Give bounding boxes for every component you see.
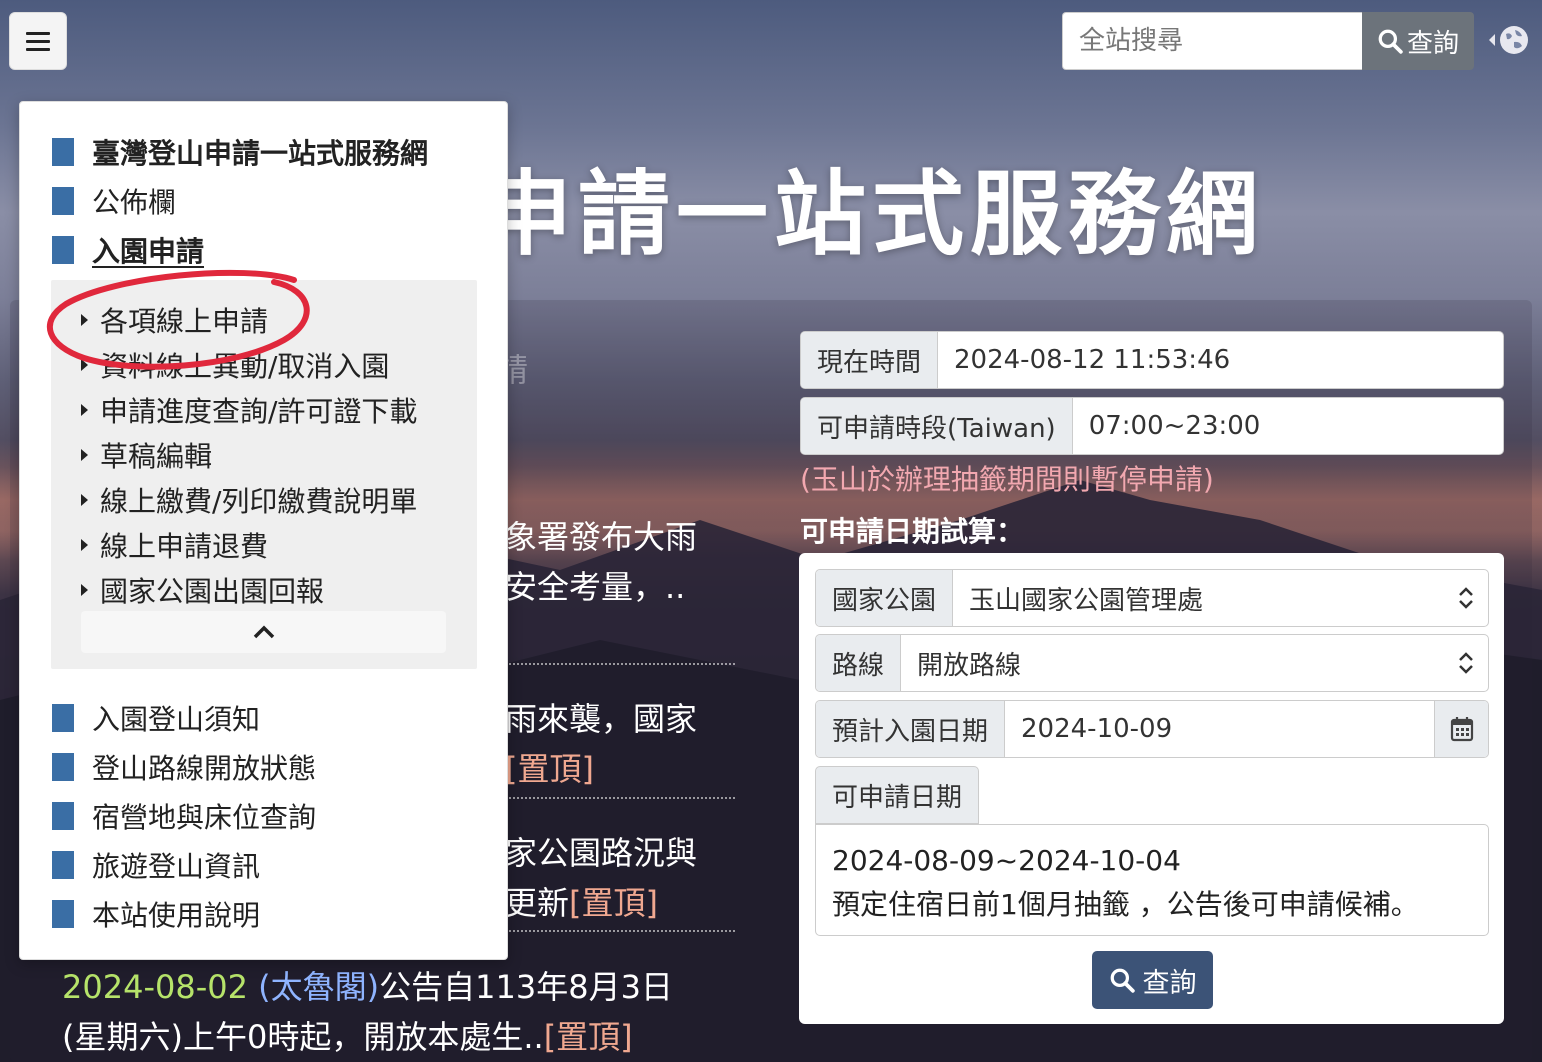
menu-marker bbox=[52, 704, 74, 732]
current-time-label: 現在時間 bbox=[801, 332, 939, 388]
available-date-range: 2024-08-09~2024-10-04 bbox=[832, 844, 1181, 877]
nav-dropdown-menu: 臺灣登山申請一站式服務網 公佈欄 入園申請 各項線上申請 資料線上異動/取消入園… bbox=[19, 101, 508, 960]
caret-right-icon bbox=[81, 539, 88, 551]
select-arrows-icon bbox=[1444, 570, 1488, 626]
available-date-note: 預定住宿日前1個月抽籤 ，公告後可申請候補。 bbox=[832, 888, 1419, 921]
calc-title: 可申請日期試算： bbox=[800, 515, 1025, 548]
menu-item-site-help[interactable]: 本站使用說明 bbox=[52, 894, 260, 934]
current-time-value: 2024-08-12 11:53:46 bbox=[954, 345, 1231, 375]
divider bbox=[505, 663, 735, 665]
select-arrows-icon bbox=[1444, 635, 1488, 691]
route-value: 開放路線 bbox=[917, 650, 1022, 681]
menu-marker bbox=[52, 187, 74, 215]
submenu-item-payment[interactable]: 線上繳費/列印繳費說明單 bbox=[81, 480, 417, 520]
current-time-group: 現在時間 2024-08-12 11:53:46 bbox=[800, 331, 1504, 389]
search-icon bbox=[1110, 968, 1135, 993]
park-value: 玉山國家公園管理處 bbox=[969, 585, 1204, 616]
entry-date-input[interactable]: 2024-10-09 bbox=[1005, 701, 1434, 757]
submenu-item-status-permit[interactable]: 申請進度查詢/許可證下載 bbox=[81, 390, 417, 430]
submenu-item-refund[interactable]: 線上申請退費 bbox=[81, 525, 268, 565]
menu-toggle-button[interactable] bbox=[9, 12, 67, 70]
menu-item-home[interactable]: 臺灣登山申請一站式服務網 bbox=[52, 132, 428, 172]
news-pin-link[interactable]: [置頂] bbox=[569, 884, 658, 922]
submenu-item-modify-cancel[interactable]: 資料線上異動/取消入園 bbox=[81, 345, 389, 385]
menu-item-campsite[interactable]: 宿營地與床位查詢 bbox=[52, 796, 316, 836]
entry-date-label: 預計入園日期 bbox=[816, 701, 1006, 757]
lottery-note: (玉山於辦理抽籤期間則暫停申請) bbox=[800, 463, 1214, 496]
menu-marker bbox=[52, 753, 74, 781]
news-text[interactable]: (星期六)上午0時起，開放本處生.. bbox=[62, 1018, 544, 1056]
globe-icon bbox=[1500, 26, 1528, 54]
news-fragment[interactable]: 安全考量，.. bbox=[505, 562, 685, 608]
divider bbox=[505, 797, 735, 799]
news-date: 2024-08-02 bbox=[62, 968, 248, 1006]
news-pin-link[interactable]: [置頂] bbox=[544, 1018, 633, 1056]
menu-marker bbox=[52, 138, 74, 166]
search-button-label: 查詢 bbox=[1406, 28, 1459, 59]
caret-right-icon bbox=[81, 584, 88, 596]
search-button[interactable]: 查詢 bbox=[1362, 12, 1474, 70]
entry-date-group: 預計入園日期 2024-10-09 bbox=[815, 700, 1489, 758]
apply-period-group: 可申請時段(Taiwan) 07:00~23:00 bbox=[800, 397, 1504, 455]
menu-marker bbox=[52, 851, 74, 879]
park-label: 國家公園 bbox=[816, 570, 954, 626]
menu-item-route-status[interactable]: 登山路線開放狀態 bbox=[52, 747, 316, 787]
menu-item-entry-apply[interactable]: 入園申請 bbox=[52, 230, 204, 270]
chevron-left-icon bbox=[1489, 34, 1495, 46]
menu-marker bbox=[52, 236, 74, 264]
search-icon bbox=[1378, 29, 1403, 54]
submenu-item-drafts[interactable]: 草稿編輯 bbox=[81, 435, 212, 475]
menu-item-travel-info[interactable]: 旅遊登山資訊 bbox=[52, 845, 260, 885]
submenu-item-online-apply[interactable]: 各項線上申請 bbox=[81, 300, 268, 340]
caret-right-icon bbox=[81, 449, 88, 461]
divider bbox=[505, 930, 735, 932]
news-item: 2024-08-02 (太魯閣)公告自113年8月3日 bbox=[62, 962, 673, 1008]
calc-query-button[interactable]: 查詢 bbox=[1092, 951, 1213, 1009]
news-fragment[interactable]: 家公園路況與 bbox=[505, 828, 697, 874]
search-input[interactable] bbox=[1062, 12, 1362, 70]
menu-item-notice[interactable]: 入園登山須知 bbox=[52, 698, 260, 738]
apply-period-value: 07:00~23:00 bbox=[1088, 411, 1261, 441]
language-toggle[interactable] bbox=[1486, 22, 1536, 58]
calendar-icon bbox=[1450, 717, 1473, 742]
menu-item-bulletin[interactable]: 公佈欄 bbox=[52, 181, 176, 221]
news-fragment: 更新[置頂] bbox=[505, 884, 658, 922]
caret-right-icon bbox=[81, 494, 88, 506]
menu-marker bbox=[52, 802, 74, 830]
page-title: 申請一站式服務網 bbox=[480, 161, 1265, 268]
calc-query-label: 查詢 bbox=[1142, 967, 1197, 999]
news-fragment[interactable]: 象署發布大雨 bbox=[505, 512, 697, 558]
available-date-result: 2024-08-09~2024-10-04 預定住宿日前1個月抽籤 ，公告後可申… bbox=[815, 824, 1489, 936]
hamburger-icon bbox=[26, 31, 50, 35]
news-source: (太魯閣) bbox=[258, 968, 380, 1006]
park-select[interactable]: 國家公園 玉山國家公園管理處 bbox=[815, 569, 1489, 627]
route-select[interactable]: 路線 開放路線 bbox=[815, 634, 1489, 692]
submenu-item-exit-report[interactable]: 國家公園出園回報 bbox=[81, 570, 324, 610]
calendar-button[interactable] bbox=[1434, 701, 1488, 757]
menu-marker bbox=[52, 900, 74, 928]
caret-right-icon bbox=[81, 314, 88, 326]
chevron-up-icon bbox=[253, 625, 274, 639]
news-pin-link[interactable]: [置頂] bbox=[505, 744, 594, 790]
site-search: 查詢 bbox=[1062, 12, 1474, 70]
available-date-label: 可申請日期 bbox=[815, 766, 980, 824]
caret-right-icon bbox=[81, 359, 88, 371]
submenu-collapse-button[interactable] bbox=[81, 611, 446, 653]
apply-period-label: 可申請時段(Taiwan) bbox=[801, 398, 1073, 454]
caret-right-icon bbox=[81, 404, 88, 416]
submenu-entry-apply: 各項線上申請 資料線上異動/取消入園 申請進度查詢/許可證下載 草稿編輯 線上繳… bbox=[51, 280, 477, 669]
news-item-cont: (星期六)上午0時起，開放本處生..[置頂] bbox=[62, 1012, 633, 1058]
news-text[interactable]: 公告自113年8月3日 bbox=[379, 968, 673, 1006]
route-label: 路線 bbox=[816, 635, 902, 691]
news-fragment[interactable]: 雨來襲，國家 bbox=[505, 694, 697, 740]
